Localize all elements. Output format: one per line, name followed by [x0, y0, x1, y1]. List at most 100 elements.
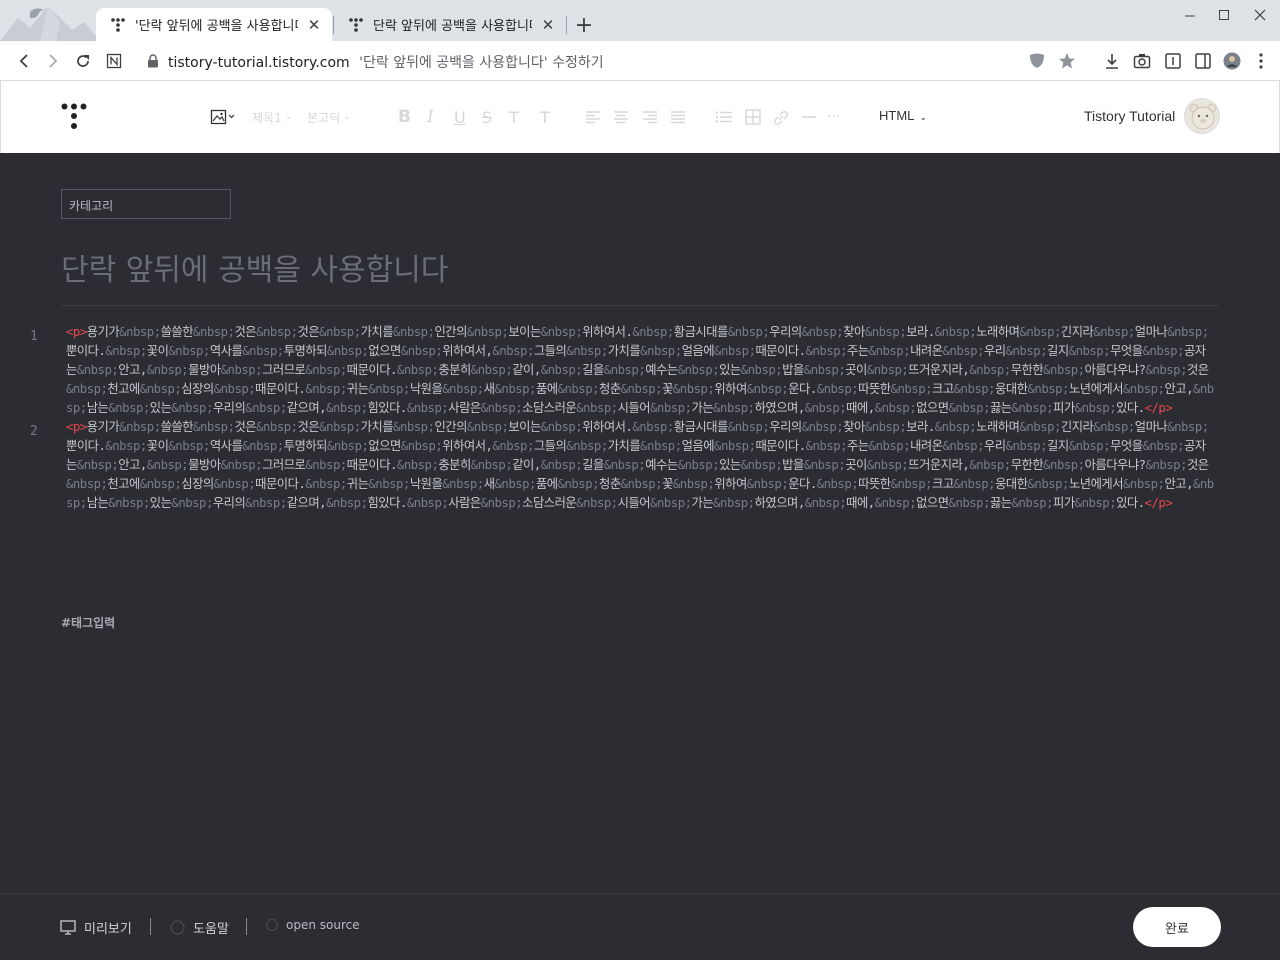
screenshot-button[interactable] [1132, 51, 1152, 71]
url-bar[interactable]: tistory-tutorial.tistory.com '단락 앞뒤에 공백을… [168, 52, 604, 72]
maximize-button[interactable] [1207, 0, 1241, 30]
nbsp-entity-token: &nbsp; [1093, 325, 1135, 339]
nbsp-entity-token: &nbsp; [620, 477, 663, 491]
text-token: 그러므로 [262, 458, 306, 472]
browser-menu-button[interactable] [1251, 51, 1271, 71]
nbsp-entity-token: &nbsp; [466, 420, 509, 434]
category-select[interactable]: 카테고리 [61, 189, 231, 219]
nbsp-entity-token: &nbsp; [396, 363, 439, 377]
text-token: 하였으며, [754, 401, 806, 415]
tab-close-icon[interactable]: ✕ [304, 15, 324, 35]
align-justify-icon [671, 111, 685, 124]
help-button[interactable]: 도움말 [170, 918, 229, 937]
open-source-link[interactable]: open source [266, 918, 360, 932]
text-token: 투명하되 [283, 439, 328, 453]
background-color-button[interactable]: T [540, 107, 550, 127]
profile-button[interactable] [1222, 51, 1242, 71]
list-button[interactable] [715, 107, 733, 127]
html-code-editor[interactable]: 1 <p>용기가&nbsp;쓸쓸한&nbsp;것은&nbsp;것은&nbsp;가… [0, 323, 1280, 513]
nbsp-entity-token: &nbsp; [942, 439, 985, 453]
url-path: '단락 앞뒤에 공백을 사용합니다' 수정하기 [359, 55, 604, 71]
text-token: 때문이다. [755, 439, 806, 453]
sidebar-button[interactable] [1193, 51, 1213, 71]
text-token: 쓸쓸한 [160, 325, 194, 339]
bookmark-star-button[interactable] [1057, 51, 1077, 71]
text-token: 용기가 [86, 420, 120, 434]
blog-name[interactable]: Tistory Tutorial [1084, 108, 1175, 124]
nbsp-entity-token: &nbsp; [1167, 420, 1209, 434]
reload-button[interactable] [71, 49, 95, 73]
nbsp-entity-token: &nbsp; [868, 344, 911, 358]
editor-header: 제목1 ⌄ 본고딕 ⌄ B I U S T T ··· HTML ⌄ Tisto… [0, 81, 1280, 153]
align-left-button[interactable] [585, 107, 601, 127]
underline-button[interactable]: U [454, 107, 466, 127]
text-token: 안고, [118, 363, 147, 377]
nbsp-entity-token: &nbsp; [620, 382, 663, 396]
title-divider [61, 305, 1219, 306]
more-tools-button[interactable]: ··· [827, 107, 840, 127]
bold-button[interactable]: B [398, 107, 411, 127]
camera-icon [1133, 54, 1151, 69]
nbsp-entity-token: &nbsp; [864, 325, 907, 339]
tistory-favicon-icon [349, 17, 363, 32]
nbsp-entity-token: &nbsp; [934, 325, 977, 339]
nbsp-entity-token: &nbsp; [746, 382, 789, 396]
tistory-logo-icon[interactable] [61, 103, 87, 131]
heading-select[interactable]: 제목1 ⌄ [252, 107, 292, 127]
align-center-button[interactable] [613, 107, 629, 127]
text-token: 안고, [1164, 477, 1193, 491]
text-token: 피가 [1053, 401, 1075, 415]
browser-tab-bar: '단락 앞뒤에 공백을 사용합니다' 수정하기 ✕ 단락 앞뒤에 공백을 사용합… [0, 0, 1280, 41]
nbsp-entity-token: &nbsp; [242, 439, 284, 453]
nbsp-entity-token: &nbsp; [1093, 420, 1135, 434]
nbsp-entity-token: &nbsp; [119, 325, 161, 339]
nbsp-entity-token: &nbsp; [566, 344, 608, 358]
text-token: 심장의 [181, 477, 214, 491]
extension-shield-button[interactable] [1027, 51, 1047, 71]
site-info-n-button[interactable] [102, 49, 126, 73]
divider-button[interactable] [801, 107, 817, 127]
text-token: 같으며, [286, 401, 327, 415]
nbsp-entity-token: &nbsp; [105, 439, 147, 453]
nbsp-entity-token: &nbsp; [874, 496, 917, 510]
close-window-button[interactable] [1243, 0, 1277, 30]
done-button[interactable]: 완료 [1133, 907, 1221, 947]
strikethrough-button[interactable]: S [482, 107, 492, 127]
insert-image-button[interactable] [210, 107, 236, 127]
text-token: 물방아 [188, 363, 221, 377]
align-justify-button[interactable] [670, 107, 686, 127]
link-button[interactable] [772, 107, 790, 127]
code-line: 1 <p>용기가&nbsp;쓸쓸한&nbsp;것은&nbsp;것은&nbsp;가… [0, 323, 1215, 418]
avatar[interactable] [1184, 98, 1220, 134]
downloads-button[interactable] [1102, 51, 1122, 71]
text-color-button[interactable]: T [509, 107, 519, 127]
table-button[interactable] [745, 107, 761, 127]
minimize-button[interactable] [1173, 0, 1207, 30]
tag-input[interactable]: #태그입력 [61, 614, 115, 631]
reader-mode-button[interactable] [1163, 51, 1183, 71]
nbsp-entity-token: &nbsp; [139, 477, 182, 491]
tab-post-view[interactable]: 단락 앞뒤에 공백을 사용합니다 ✕ [334, 8, 566, 41]
font-select[interactable]: 본고딕 ⌄ [307, 107, 351, 127]
text-token: 길지 [1047, 344, 1069, 358]
text-token: 무엇을 [1110, 439, 1143, 453]
nbsp-entity-token: &nbsp; [650, 401, 692, 415]
post-title-input[interactable]: 단락 앞뒤에 공백을 사용합니다 [61, 245, 448, 289]
preview-button[interactable]: 미리보기 [60, 918, 132, 937]
new-tab-button[interactable]: + [572, 13, 596, 38]
text-token: 것은 [297, 325, 320, 339]
browser-toolbar: tistory-tutorial.tistory.com '단락 앞뒤에 공백을… [0, 41, 1280, 81]
tab-edit-post[interactable]: '단락 앞뒤에 공백을 사용합니다' 수정하기 ✕ [96, 8, 332, 41]
chevron-down-icon: ⌄ [343, 112, 351, 122]
editor-mode-select[interactable]: HTML ⌄ [879, 108, 927, 123]
italic-button[interactable]: I [427, 107, 434, 127]
back-button[interactable] [12, 49, 36, 73]
text-token: 투명하되 [283, 344, 328, 358]
forward-button[interactable] [41, 49, 65, 73]
nbsp-entity-token: &nbsp; [714, 344, 756, 358]
align-right-button[interactable] [642, 107, 658, 127]
tab-close-icon[interactable]: ✕ [538, 15, 558, 35]
text-token: 노래하며 [976, 420, 1020, 434]
text-token: 같이, [512, 458, 541, 472]
nbsp-entity-token: &nbsp; [105, 344, 147, 358]
